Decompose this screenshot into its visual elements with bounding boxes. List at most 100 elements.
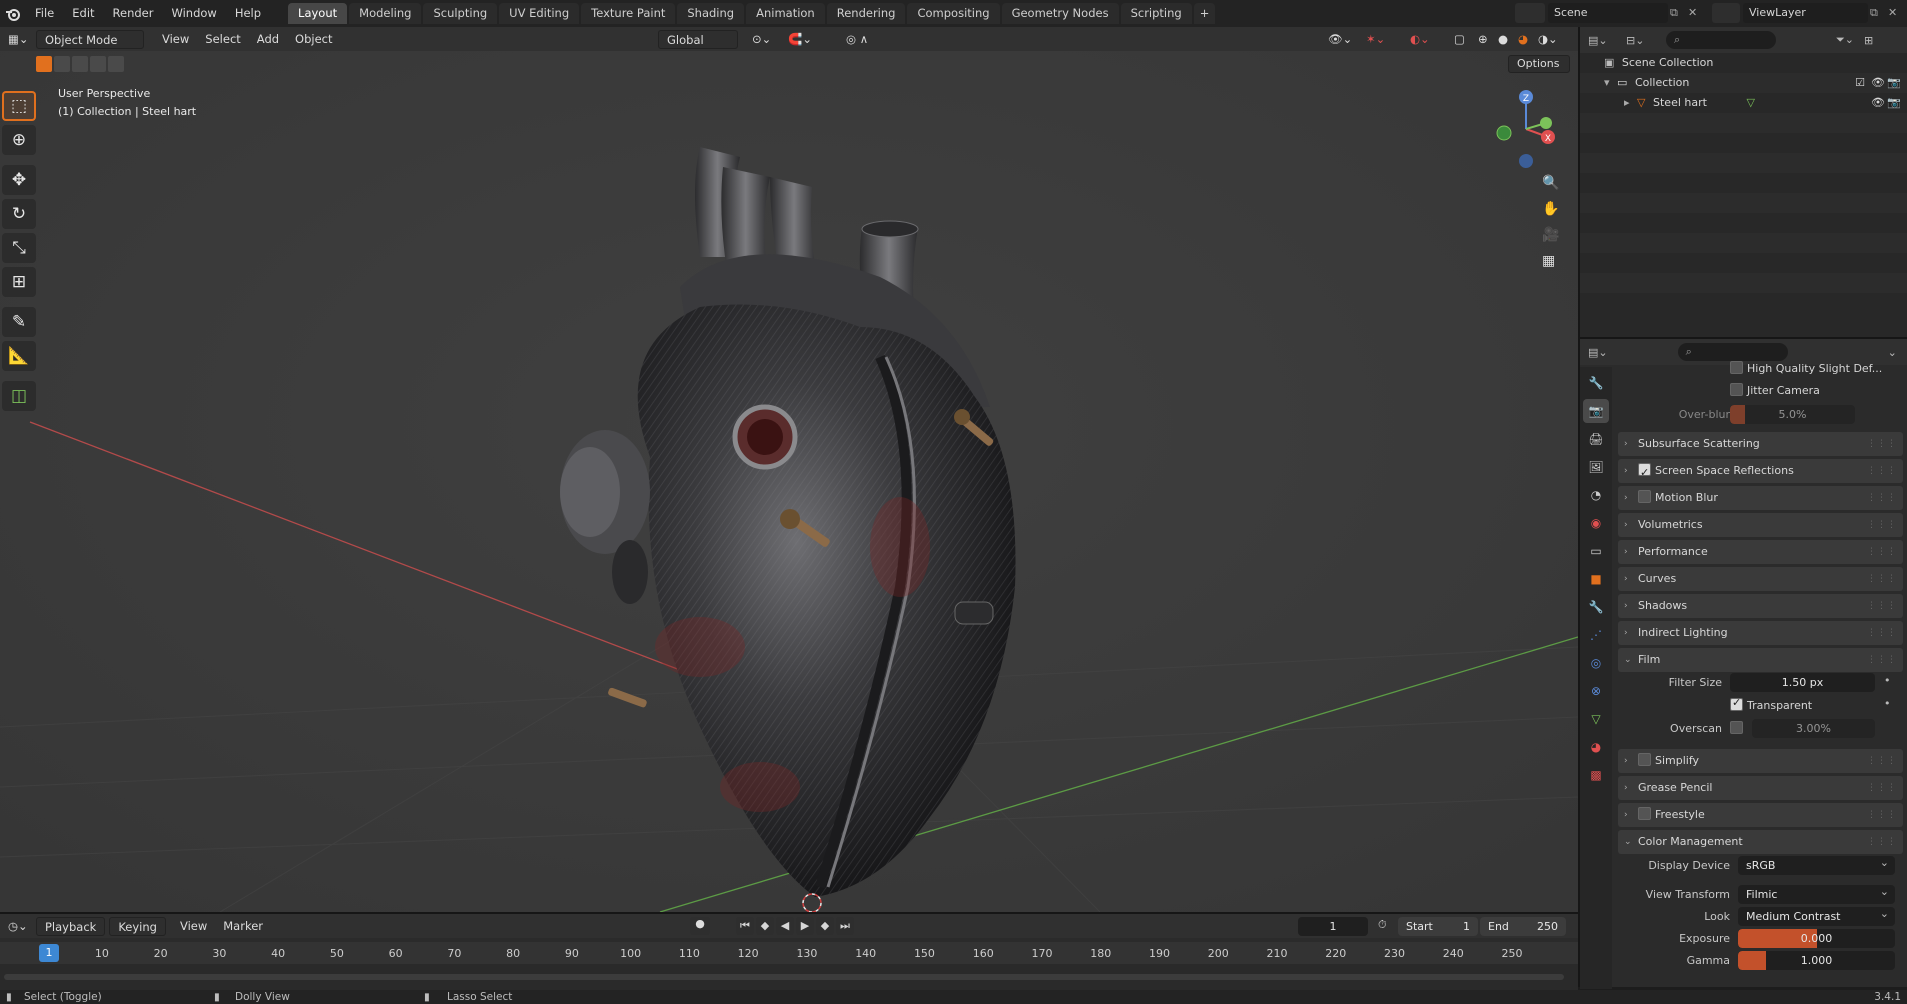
look-dropdown[interactable]: Medium Contrast bbox=[1738, 904, 1895, 926]
texture-tab-icon[interactable]: ▩ bbox=[1583, 763, 1609, 787]
tab-animation[interactable]: Animation bbox=[746, 3, 825, 24]
exposure-slider[interactable]: 0.000 bbox=[1738, 929, 1895, 948]
options-dropdown[interactable]: Options bbox=[1508, 55, 1570, 73]
panel-freestyle[interactable]: › Freestyle ⋮⋮⋮ bbox=[1618, 803, 1903, 827]
keyframe-dot-icon[interactable]: • bbox=[1884, 697, 1891, 710]
play-icon[interactable]: ▶ bbox=[796, 917, 814, 935]
scale-tool-icon[interactable]: ⤡ bbox=[2, 233, 36, 263]
panel-performance[interactable]: › Performance ⋮⋮⋮ bbox=[1618, 540, 1903, 564]
keying-dropdown[interactable]: Keying bbox=[109, 916, 166, 936]
panel-indirect-lighting[interactable]: › Indirect Lighting ⋮⋮⋮ bbox=[1618, 621, 1903, 645]
output-tab-icon[interactable]: 🖨 bbox=[1583, 427, 1609, 451]
jump-end-icon[interactable]: ⏭ bbox=[836, 917, 854, 935]
transparent-checkbox[interactable]: Transparent bbox=[1730, 696, 1812, 712]
outliner-editor-icon[interactable]: ▤⌄ bbox=[1588, 34, 1618, 47]
world-tab-icon[interactable]: ◉ bbox=[1583, 511, 1609, 535]
menu-help[interactable]: Help bbox=[226, 0, 270, 27]
playback-dropdown[interactable]: Playback bbox=[36, 916, 106, 936]
rotate-tool-icon[interactable]: ↻ bbox=[2, 199, 36, 229]
timeline-menu-view[interactable]: View bbox=[172, 917, 215, 936]
render-tab-icon[interactable]: 📷 bbox=[1583, 399, 1609, 423]
panel-grease-pencil[interactable]: › Grease Pencil ⋮⋮⋮ bbox=[1618, 776, 1903, 800]
timeline-body[interactable] bbox=[0, 964, 1578, 990]
end-frame-field[interactable]: End 250 bbox=[1480, 917, 1566, 936]
viewlayer-name-field[interactable]: ViewLayer bbox=[1743, 3, 1868, 23]
add-cube-tool-icon[interactable]: ◫ bbox=[2, 381, 36, 411]
pan-hand-icon[interactable]: ✋ bbox=[1542, 201, 1559, 217]
tool-tab-icon[interactable]: 🔧 bbox=[1583, 371, 1609, 395]
timeline-ruler[interactable]: 1102030405060708090100110120130140150160… bbox=[0, 942, 1578, 964]
collapse-arrow-icon[interactable]: ▾ bbox=[1604, 76, 1610, 89]
jump-start-icon[interactable]: ⏮ bbox=[736, 917, 754, 935]
rendered-shading-icon[interactable]: ◑⌄ bbox=[1530, 30, 1566, 49]
tab-geometry-nodes[interactable]: Geometry Nodes bbox=[1001, 3, 1119, 24]
move-tool-icon[interactable]: ✥ bbox=[2, 165, 36, 195]
view-layer-tab-icon[interactable]: 🖼 bbox=[1583, 455, 1609, 479]
zoom-icon[interactable]: 🔍 bbox=[1542, 175, 1559, 191]
properties-editor-icon[interactable]: ▤⌄ bbox=[1588, 346, 1608, 359]
outliner-row-scene-collection[interactable]: ▣ Scene Collection bbox=[1580, 53, 1907, 73]
record-button[interactable]: ● bbox=[690, 917, 710, 935]
editor-type-icon[interactable]: ▦⌄ bbox=[0, 30, 30, 49]
playhead[interactable]: 1 bbox=[39, 944, 59, 962]
scene-tab-icon[interactable]: ◔ bbox=[1583, 483, 1609, 507]
prev-keyframe-icon[interactable]: ◆ bbox=[756, 917, 774, 935]
proportional-edit-icon[interactable]: ◎ ∧ bbox=[838, 30, 876, 49]
viewport-menu-object[interactable]: Object bbox=[287, 30, 340, 49]
overscan-checkbox[interactable] bbox=[1730, 721, 1747, 735]
outliner-row-steel-hart[interactable]: ▸ ▽ Steel hart ▽ 👁 📷 bbox=[1580, 93, 1907, 113]
data-tab-icon[interactable]: ▽ bbox=[1583, 707, 1609, 731]
object-tab-icon[interactable]: ■ bbox=[1583, 567, 1609, 591]
material-tab-icon[interactable]: ◕ bbox=[1583, 735, 1609, 759]
tab-rendering[interactable]: Rendering bbox=[826, 3, 906, 24]
annotate-tool-icon[interactable]: ✎ bbox=[2, 307, 36, 337]
tab-modeling[interactable]: Modeling bbox=[349, 3, 422, 24]
collection-tab-icon[interactable]: ▭ bbox=[1583, 539, 1609, 563]
viewlayer-remove-icon[interactable]: ✕ bbox=[1888, 6, 1897, 19]
select-box-tool-icon[interactable]: ⬚ bbox=[2, 91, 36, 121]
pivot-icon[interactable]: ⊙⌄ bbox=[744, 30, 779, 49]
menu-render[interactable]: Render bbox=[104, 0, 163, 27]
xray-icon[interactable]: ▢ bbox=[1446, 30, 1473, 49]
ortho-toggle-icon[interactable]: ▦ bbox=[1542, 253, 1555, 269]
physics-tab-icon[interactable]: ◎ bbox=[1583, 651, 1609, 675]
viewlayer-selector-icon[interactable] bbox=[1712, 3, 1740, 23]
jitter-camera-checkbox[interactable]: Jitter Camera bbox=[1730, 383, 1820, 397]
viewport-menu-add[interactable]: Add bbox=[249, 30, 287, 49]
timeline-editor-icon[interactable]: ◷⌄ bbox=[0, 917, 30, 936]
panel-subsurface-scattering[interactable]: › Subsurface Scattering ⋮⋮⋮ bbox=[1618, 432, 1903, 456]
menu-file[interactable]: File bbox=[26, 0, 63, 27]
display-mode-icon[interactable]: ⊟⌄ bbox=[1626, 34, 1656, 47]
camera-view-icon[interactable]: 🎥 bbox=[1542, 227, 1559, 243]
display-device-dropdown[interactable]: sRGB bbox=[1738, 853, 1895, 875]
panel-simplify[interactable]: › Simplify ⋮⋮⋮ bbox=[1618, 749, 1903, 773]
3d-viewport[interactable]: ▦⌄ Object Mode View Select Add Object Gl… bbox=[0, 27, 1578, 912]
exclude-checkbox-icon[interactable]: ☑ bbox=[1855, 73, 1865, 93]
viewport-menu-view[interactable]: View bbox=[154, 30, 197, 49]
viewlayer-new-icon[interactable]: ⧉ bbox=[1870, 6, 1878, 20]
panel-curves[interactable]: › Curves ⋮⋮⋮ bbox=[1618, 567, 1903, 591]
scene-new-icon[interactable]: ⧉ bbox=[1670, 6, 1678, 20]
new-collection-icon[interactable]: ⊞ bbox=[1864, 34, 1873, 47]
measure-tool-icon[interactable]: 📐 bbox=[2, 341, 36, 371]
snap-icon[interactable]: 🧲⌄ bbox=[780, 30, 820, 49]
particles-tab-icon[interactable]: ⋰ bbox=[1583, 623, 1609, 647]
object-mode-dropdown[interactable]: Object Mode bbox=[36, 29, 144, 49]
selection-mode-icons[interactable] bbox=[36, 56, 124, 72]
tab-layout[interactable]: Layout bbox=[288, 3, 348, 24]
navigation-gizmo[interactable]: Z X bbox=[1488, 87, 1568, 177]
filter-size-field[interactable]: 1.50 px bbox=[1730, 673, 1875, 692]
current-frame-field[interactable]: 1 bbox=[1298, 917, 1368, 936]
viewport-menu-select[interactable]: Select bbox=[197, 30, 248, 49]
next-keyframe-icon[interactable]: ◆ bbox=[816, 917, 834, 935]
visibility-eye-icon[interactable]: 👁 bbox=[1871, 93, 1885, 113]
outliner-row-collection[interactable]: ▾ ▭ Collection ☑ 👁 📷 bbox=[1580, 73, 1907, 93]
properties-search-input[interactable]: ⌕ bbox=[1677, 343, 1788, 361]
add-workspace-button[interactable]: + bbox=[1193, 3, 1216, 24]
render-camera-icon[interactable]: 📷 bbox=[1887, 93, 1901, 113]
cursor-tool-icon[interactable]: ⊕ bbox=[2, 125, 36, 155]
filter-icon[interactable]: ⏷⌄ bbox=[1836, 33, 1854, 47]
overblur-field[interactable]: 5.0% bbox=[1730, 405, 1855, 424]
gamma-slider[interactable]: 1.000 bbox=[1738, 951, 1895, 970]
visibility-icon[interactable]: 👁⌄ bbox=[1320, 30, 1360, 49]
